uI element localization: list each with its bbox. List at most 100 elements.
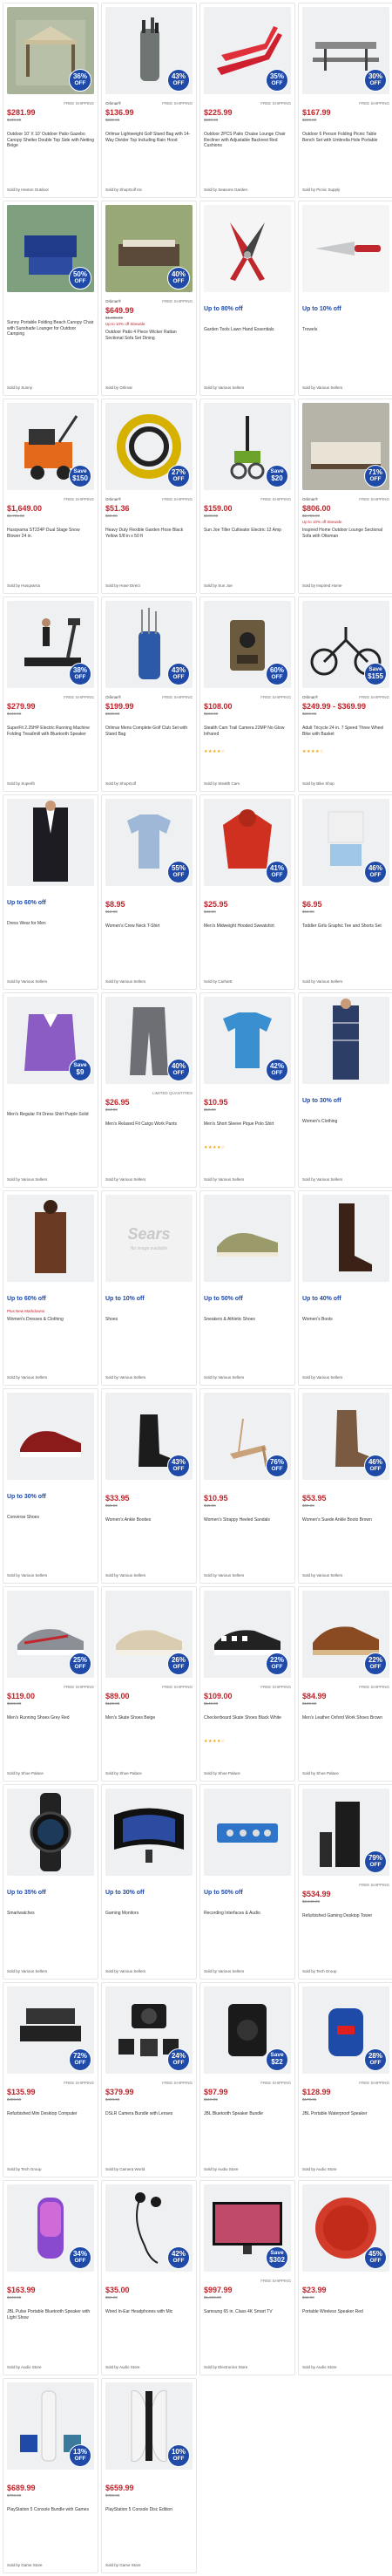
product-image[interactable]: 42% OFF <box>105 2184 193 2272</box>
product-title[interactable]: Stealth Cam Trail Camera 22MP No Glow In… <box>204 726 291 748</box>
product-card[interactable]: 50% OFF Sunny Portable Folding Beach Canop… <box>3 201 98 396</box>
product-image[interactable]: 40% OFF <box>105 997 193 1084</box>
product-image[interactable]: Save $155 <box>302 601 389 688</box>
product-image[interactable] <box>7 1393 94 1480</box>
product-image[interactable]: 43% OFF <box>105 7 193 94</box>
product-title[interactable]: Men's Short Sleeve Pique Polo Shirt <box>204 1121 291 1144</box>
product-image[interactable]: 40% OFF <box>105 205 193 292</box>
product-card[interactable]: 13% OFF $689.99 $799.99 PlayStation 5 Consol… <box>3 2378 98 2573</box>
product-title[interactable]: Wired In-Ear Headphones with Mic <box>105 2309 193 2332</box>
product-title[interactable]: Sneakers & Athletic Shoes <box>204 1317 291 1339</box>
product-title[interactable]: SuperFit 2.25HP Electric Running Machine… <box>7 726 94 748</box>
product-title[interactable]: Women's Strappy Heeled Sandals <box>204 1517 291 1540</box>
product-card[interactable]: 25% OFF FREE SHIPPING $119.00 $159.00 Men's R… <box>3 1586 98 1782</box>
product-image[interactable]: 30% OFF <box>302 7 389 94</box>
product-image[interactable]: 79% OFF <box>302 1789 389 1876</box>
product-card[interactable]: Up to 30% off Women's Clothing Sold by Var… <box>298 992 392 1188</box>
product-card[interactable]: 42% OFF $10.95 $18.99 Men's Short Sleeve Piq… <box>199 992 295 1188</box>
product-image[interactable]: 36% OFF <box>7 7 94 94</box>
product-image[interactable]: 26% OFF <box>105 1591 193 1678</box>
product-title[interactable]: Portable Wireless Speaker Red <box>302 2309 389 2332</box>
product-card[interactable]: Save $155 FREE SHIPPING Orlimar® $249.99 - $… <box>298 596 392 792</box>
product-image[interactable]: 71% OFF <box>302 403 389 490</box>
product-image[interactable]: 50% OFF <box>7 205 94 292</box>
product-card[interactable]: 72% OFF FREE SHIPPING $135.99 $499.99 Refurbi… <box>3 1982 98 2177</box>
product-image[interactable] <box>302 1195 389 1282</box>
product-card[interactable]: 45% OFF $23.99 $42.99 Portable Wireless Spea… <box>298 2180 392 2375</box>
product-title[interactable]: Gaming Monitors <box>105 1911 193 1933</box>
product-title[interactable]: PlayStation 5 Console Disc Edition <box>105 2507 193 2530</box>
product-card[interactable]: 46% OFF $6.95 $12.99 Toddler Girls Graphic T… <box>298 794 392 990</box>
product-title[interactable]: Women's Dresses & Clothing <box>7 1317 94 1339</box>
product-title[interactable]: JBL Bluetooth Speaker Bundle <box>204 2111 291 2134</box>
product-image[interactable]: 10% OFF <box>105 2382 193 2470</box>
product-title[interactable]: Outdoor 6 Person Folding Picnic Table Be… <box>302 132 389 154</box>
product-image[interactable]: 45% OFF <box>302 2184 389 2272</box>
product-card[interactable]: Up to 40% off Women's Boots Sold by Variou… <box>298 1190 392 1386</box>
product-card[interactable]: 60% OFF FREE SHIPPING $108.00 $269.99 Stealth… <box>199 596 295 792</box>
product-image[interactable] <box>7 799 94 886</box>
product-title[interactable]: DSLR Camera Bundle with Lenses <box>105 2111 193 2134</box>
product-card[interactable]: 27% OFF FREE SHIPPING Orlimar® $51.36 $69.99 H… <box>101 399 197 594</box>
product-title[interactable]: Women's Boots <box>302 1317 389 1339</box>
product-title[interactable]: Men's Relaxed Fit Cargo Work Pants <box>105 1121 193 1144</box>
product-image[interactable]: 72% OFF <box>7 1987 94 2074</box>
product-title[interactable]: Orlimar Lightweight Golf Stand Bag with … <box>105 132 193 154</box>
product-title[interactable]: Recording Interfaces & Audio <box>204 1911 291 1933</box>
product-card[interactable]: 55% OFF $8.95 $19.99 Women's Crew Neck T-Shi… <box>101 794 197 990</box>
product-image[interactable] <box>204 1195 291 1282</box>
product-title[interactable]: Toddler Girls Graphic Tee and Shorts Set <box>302 923 389 946</box>
product-title[interactable]: Outdoor Patio 4 Piece Wicker Rattan Sect… <box>105 330 193 352</box>
product-title[interactable]: Men's Midweight Hooded Sweatshirt <box>204 923 291 946</box>
product-card[interactable]: Up to 30% off Converse Shoes Sold by Vario… <box>3 1388 98 1584</box>
product-title[interactable]: Dress Wear for Men <box>7 921 94 944</box>
product-card[interactable]: Save $22 FREE SHIPPING $97.99 $119.95 JBL Blu… <box>199 1982 295 2177</box>
product-title[interactable]: Sunny Portable Folding Beach Canopy Chai… <box>7 320 94 343</box>
product-card[interactable]: 46% OFF $53.95 $99.99 Women's Suede Ankle Bo… <box>298 1388 392 1584</box>
product-card[interactable]: 26% OFF FREE SHIPPING $89.00 $120.00 Men's Sk… <box>101 1586 197 1782</box>
product-card[interactable]: Sears No image available Up to 10% off Shoe… <box>101 1190 197 1386</box>
product-title[interactable]: Converse Shoes <box>7 1515 94 1537</box>
product-image[interactable] <box>7 1789 94 1876</box>
product-card[interactable]: 76% OFF $10.95 $45.99 Women's Strappy Heeled… <box>199 1388 295 1584</box>
product-image[interactable]: 27% OFF <box>105 403 193 490</box>
product-card[interactable]: 30% OFF FREE SHIPPING $167.99 $239.99 Outdoor… <box>298 3 392 198</box>
product-card[interactable]: 22% OFF FREE SHIPPING $109.00 $140.00 Checker… <box>199 1586 295 1782</box>
product-image[interactable] <box>302 205 389 292</box>
product-title[interactable]: Adult Tricycle 24 in. 7 Speed Three Whee… <box>302 726 389 748</box>
product-image[interactable]: Save $22 <box>204 1987 291 2074</box>
product-card[interactable]: 38% OFF FREE SHIPPING $279.99 $449.99 SuperFi… <box>3 596 98 792</box>
product-title[interactable]: Trowels <box>302 327 389 350</box>
product-card[interactable]: 40% OFF FREE SHIPPING Orlimar® $649.99 $1,099… <box>101 201 197 396</box>
product-title[interactable]: Checkerboard Skate Shoes Black White <box>204 1715 291 1738</box>
product-card[interactable]: 43% OFF $33.95 $59.99 Women's Ankle Booties S… <box>101 1388 197 1584</box>
product-card[interactable]: Up to 30% off Gaming Monitors Sold by Vari… <box>101 1784 197 1980</box>
product-title[interactable]: Men's Leather Oxford Work Shoes Brown <box>302 1715 389 1738</box>
product-title[interactable]: Men's Regular Fit Dress Shirt Purple Sol… <box>7 1112 94 1135</box>
product-card[interactable]: 79% OFF FREE SHIPPING $534.99 $2,549.99 Refur… <box>298 1784 392 1980</box>
product-image[interactable]: 43% OFF <box>105 1393 193 1480</box>
product-image[interactable]: 41% OFF <box>204 799 291 886</box>
product-card[interactable]: 35% OFF FREE SHIPPING $225.99 $339.99 Outdoor… <box>199 3 295 198</box>
product-card[interactable]: Up to 50% off Recording Interfaces & Audi… <box>199 1784 295 1980</box>
product-title[interactable]: Men's Skate Shoes Beige <box>105 1715 193 1738</box>
product-image[interactable] <box>7 1195 94 1282</box>
product-title[interactable]: Men's Running Shoes Grey Red <box>7 1715 94 1738</box>
product-image[interactable]: 22% OFF <box>204 1591 291 1678</box>
product-card[interactable]: 24% OFF FREE SHIPPING $379.99 $499.99 DSLR Ca… <box>101 1982 197 2177</box>
product-title[interactable]: Inspired Home Outdoor Lounge Sectional S… <box>302 528 389 550</box>
product-card[interactable]: 10% OFF $659.99 $729.99 PlayStation 5 Consol… <box>101 2378 197 2573</box>
product-card[interactable]: 42% OFF $35.00 $59.99 Wired In-Ear Headphone… <box>101 2180 197 2375</box>
product-image[interactable] <box>302 997 389 1084</box>
product-title[interactable]: Sun Joe Tiller Cultivator Electric 12 Am… <box>204 528 291 550</box>
product-title[interactable]: PlayStation 5 Console Bundle with Games <box>7 2507 94 2530</box>
product-image[interactable]: 34% OFF <box>7 2184 94 2272</box>
product-title[interactable]: Women's Crew Neck T-Shirt <box>105 923 193 946</box>
product-image[interactable]: 55% OFF <box>105 799 193 886</box>
product-title[interactable]: Shoes <box>105 1317 193 1339</box>
product-title[interactable]: Women's Clothing <box>302 1119 389 1141</box>
product-card[interactable]: 22% OFF FREE SHIPPING $84.99 $109.99 Men's Le… <box>298 1586 392 1782</box>
product-card[interactable]: 36% OFF FREE SHIPPING $281.99 $439.99 Outdoor… <box>3 3 98 198</box>
product-image[interactable]: Save $20 <box>204 403 291 490</box>
product-title[interactable]: Outdoor 2PCS Patio Chaise Lounge Chair R… <box>204 132 291 154</box>
